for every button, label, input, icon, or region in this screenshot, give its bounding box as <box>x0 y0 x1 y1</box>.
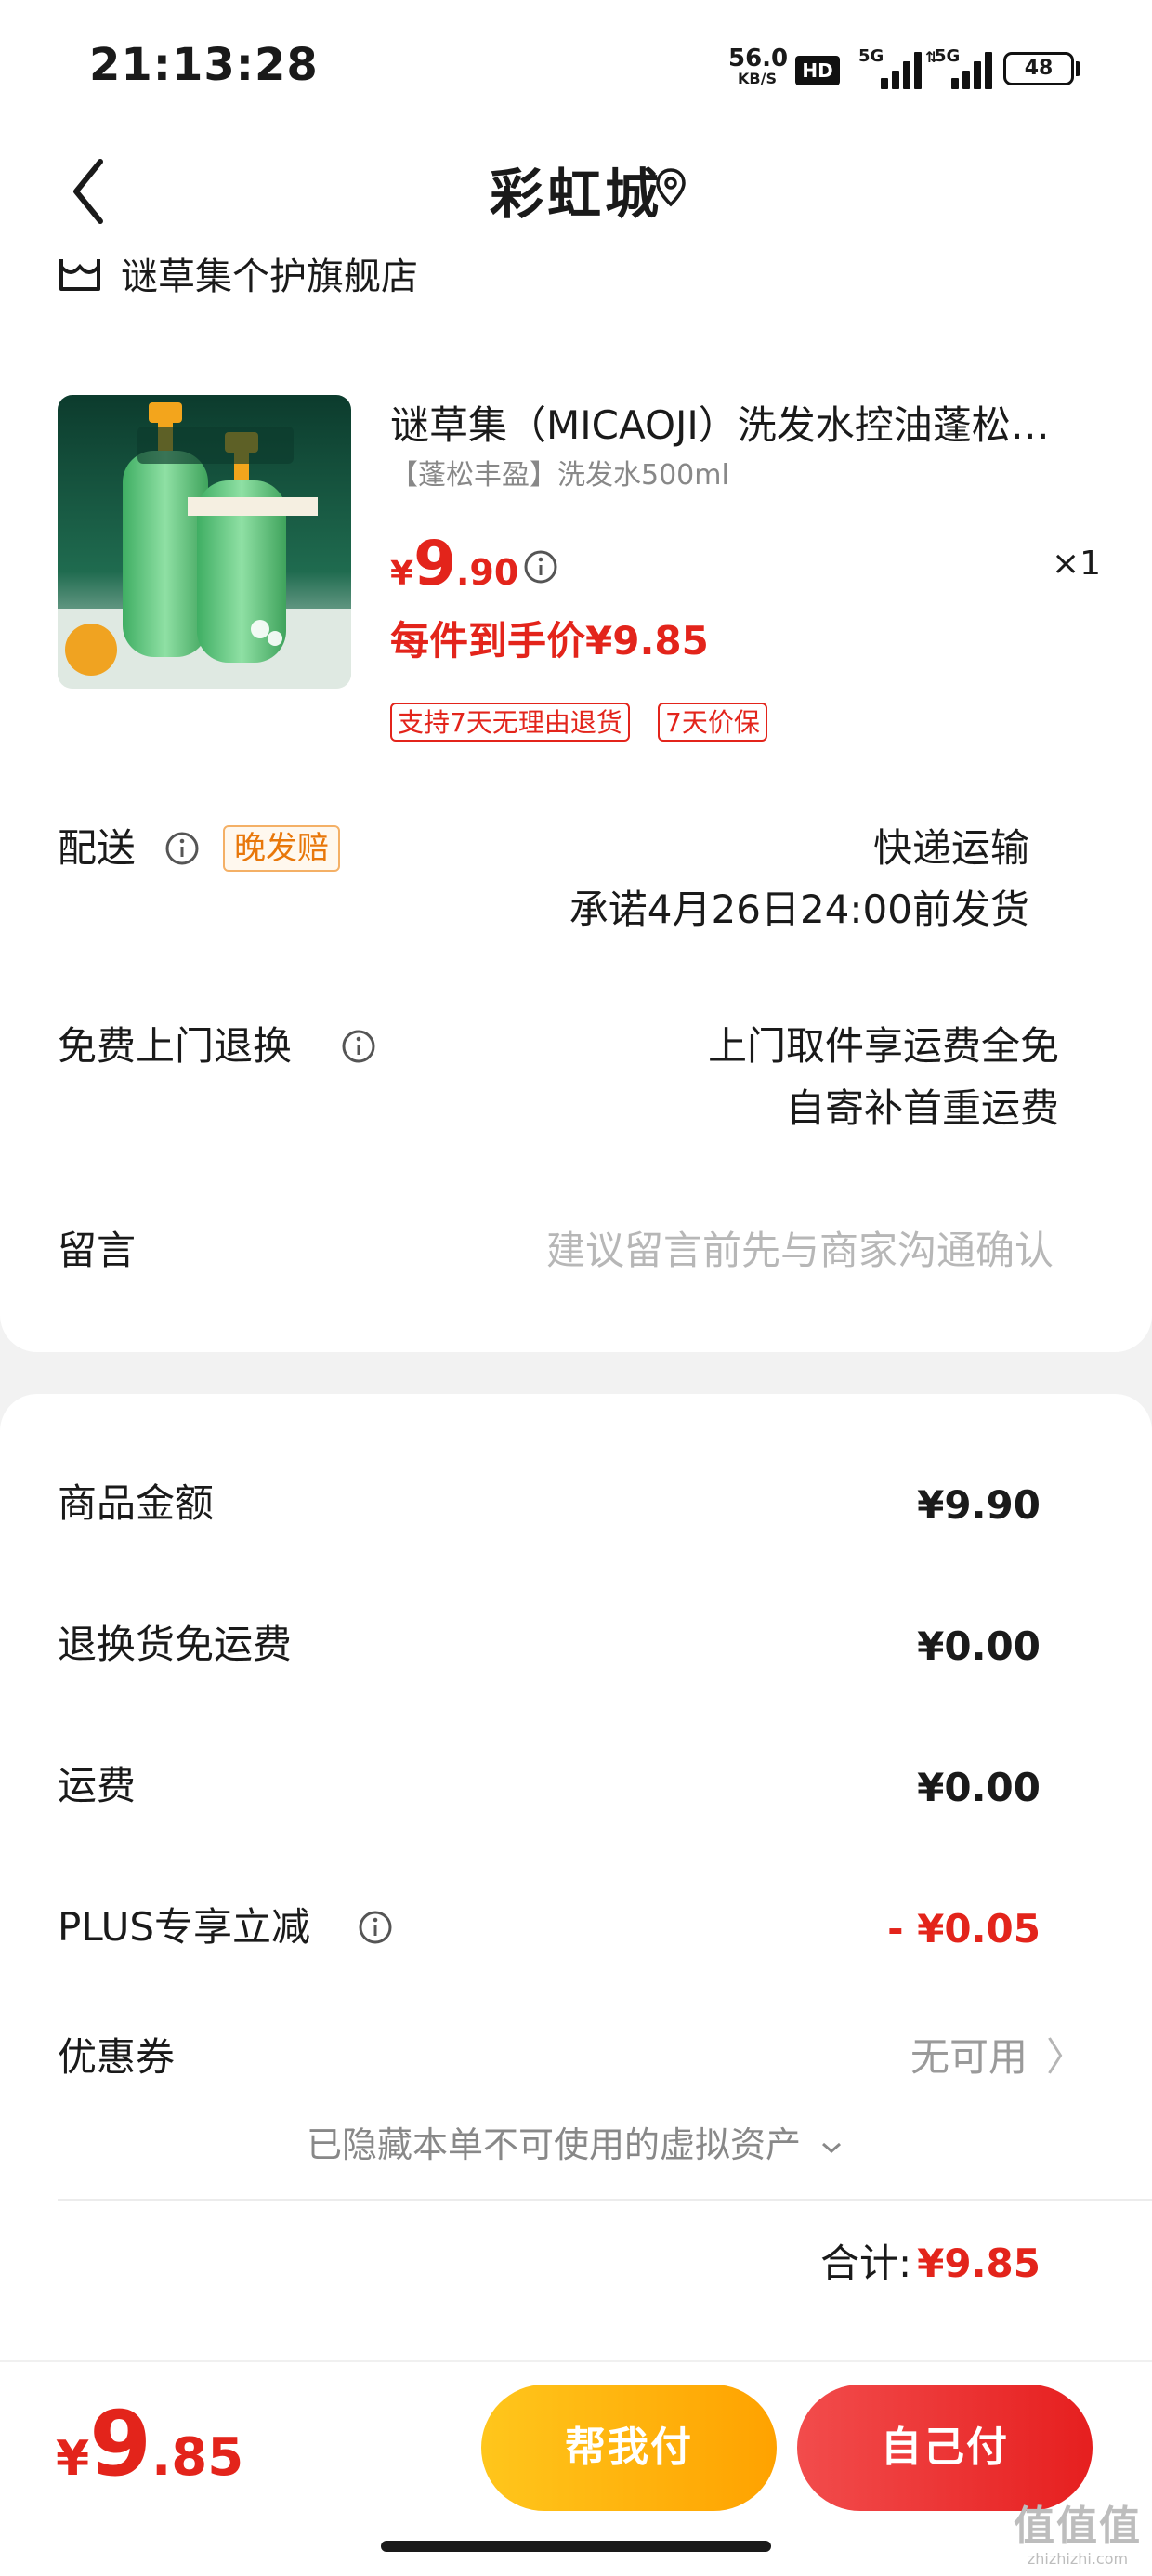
watermark-text: 值值值 <box>1014 2503 1142 2550</box>
return-tag: 支持7天无理由退货 <box>390 703 630 742</box>
network-speed: 56.0 KB/S <box>728 45 789 87</box>
price-summary-card: 商品金额 ¥9.90 退换货免运费 ¥0.00 运费 ¥0.00 PLUS专享立… <box>0 1394 1152 2360</box>
payable-decimal: .85 <box>151 2427 244 2488</box>
late-compensation-badge: 晚发赔 <box>223 825 340 872</box>
hidden-assets-text: 已隐藏本单不可使用的虚拟资产 <box>306 2124 801 2165</box>
order-total: 合计: ¥9.85 <box>820 2236 1041 2292</box>
home-indicator[interactable] <box>381 2541 771 2552</box>
total-value: ¥9.85 <box>917 2241 1041 2286</box>
message-input[interactable]: 建议留言前先与商家沟通确认 <box>546 1223 1054 1279</box>
product-image[interactable] <box>58 395 351 689</box>
battery-tip <box>1076 61 1080 76</box>
network-speed-unit: KB/S <box>738 70 777 87</box>
price-protect-tag: 7天价保 <box>658 703 767 742</box>
signal-label-2: 5G <box>935 46 961 66</box>
payable-amount: ¥9.85 <box>56 2392 243 2496</box>
status-bar: 21:13:28 56.0 KB/S HD 5G 5G ⇅ 48 <box>0 0 1152 130</box>
quantity: ×1 <box>1052 545 1102 583</box>
total-label: 合计: <box>819 2241 912 2286</box>
plus-discount-label: PLUS专享立减 <box>58 1904 311 1950</box>
payable-integer: 9 <box>89 2392 151 2496</box>
return-info-icon[interactable] <box>340 1028 377 1065</box>
hidden-assets-toggle[interactable]: 已隐藏本单不可使用的虚拟资产 <box>0 2119 1152 2171</box>
store-icon <box>59 259 100 291</box>
final-price: 每件到手价¥9.85 <box>390 618 709 664</box>
return-service-label: 免费上门退换 <box>58 1023 293 1069</box>
price-info-icon[interactable] <box>522 548 559 585</box>
self-pay-button[interactable]: 自己付 <box>797 2385 1093 2511</box>
watermark: 值值值 zhizhizhi.com <box>1013 2504 1143 2569</box>
help-pay-button[interactable]: 帮我付 <box>481 2385 777 2511</box>
return-service-line1: 上门取件享运费全免 <box>707 1023 1059 1069</box>
hd-icon: HD <box>795 56 840 85</box>
delivery-label: 配送 <box>58 825 137 871</box>
chevron-right-icon: 〉 <box>1045 2034 1085 2080</box>
coupon-label: 优惠券 <box>58 2034 176 2080</box>
divider <box>58 2199 1152 2201</box>
network-speed-value: 56.0 <box>728 45 789 72</box>
plus-info-icon[interactable] <box>357 1909 394 1946</box>
plus-discount-value: - ¥0.05 <box>887 1906 1041 1952</box>
delivery-info-icon[interactable] <box>164 830 201 867</box>
signal-label: 5G <box>858 46 884 66</box>
goods-amount-value: ¥9.90 <box>917 1482 1041 1528</box>
store-name[interactable]: 谜草集个护旗舰店 <box>121 251 418 303</box>
return-freight-value: ¥0.00 <box>917 1623 1041 1669</box>
product-spec[interactable]: 【蓬松丰盈】洗发水500ml <box>390 455 729 496</box>
status-time: 21:13:28 <box>89 39 319 91</box>
signal-icon-2: 5G ⇅ <box>925 46 992 89</box>
return-freight-label: 退换货免运费 <box>58 1622 293 1667</box>
order-confirm-page: 21:13:28 56.0 KB/S HD 5G 5G ⇅ 48 彩虹城 谜草集… <box>0 0 1152 2576</box>
location-icon[interactable] <box>654 167 687 208</box>
delivery-promise: 承诺4月26日24:00前发货 <box>569 887 1029 932</box>
nav-bar: 彩虹城 <box>0 130 1152 251</box>
goods-amount-label: 商品金额 <box>58 1480 215 1526</box>
price-symbol: ¥ <box>390 555 414 593</box>
shipping-fee-label: 运费 <box>58 1763 137 1808</box>
page-title: 彩虹城 <box>489 163 662 226</box>
coupon-value: 无可用 <box>910 2034 1028 2080</box>
product-title[interactable]: 谜草集（MICAOJI）洗发水控油蓬松丰盈洗发水 <box>390 398 1078 453</box>
payable-symbol: ¥ <box>56 2431 90 2487</box>
delivery-method[interactable]: 快递运输 <box>873 821 1029 876</box>
watermark-url: zhizhizhi.com <box>1027 2550 1129 2568</box>
signal-icon: 5G <box>858 46 922 89</box>
return-service-line2: 自寄补首重运费 <box>785 1085 1059 1131</box>
product-price: ¥9.90 <box>390 528 518 599</box>
order-item-card: 谜草集个护旗舰店 谜草集（MICAOJI）洗发水控油蓬松丰盈 【蓬松丰盈】洗发水… <box>0 251 1152 1352</box>
coupon-selector[interactable]: 无可用〉 <box>910 2030 1085 2085</box>
price-integer: 9 <box>413 528 456 599</box>
price-decimal: .90 <box>456 552 519 593</box>
message-label: 留言 <box>58 1228 137 1273</box>
battery-icon: 48 <box>1003 52 1074 85</box>
shipping-fee-value: ¥0.00 <box>917 1765 1041 1810</box>
chevron-down-icon <box>822 2142 842 2153</box>
